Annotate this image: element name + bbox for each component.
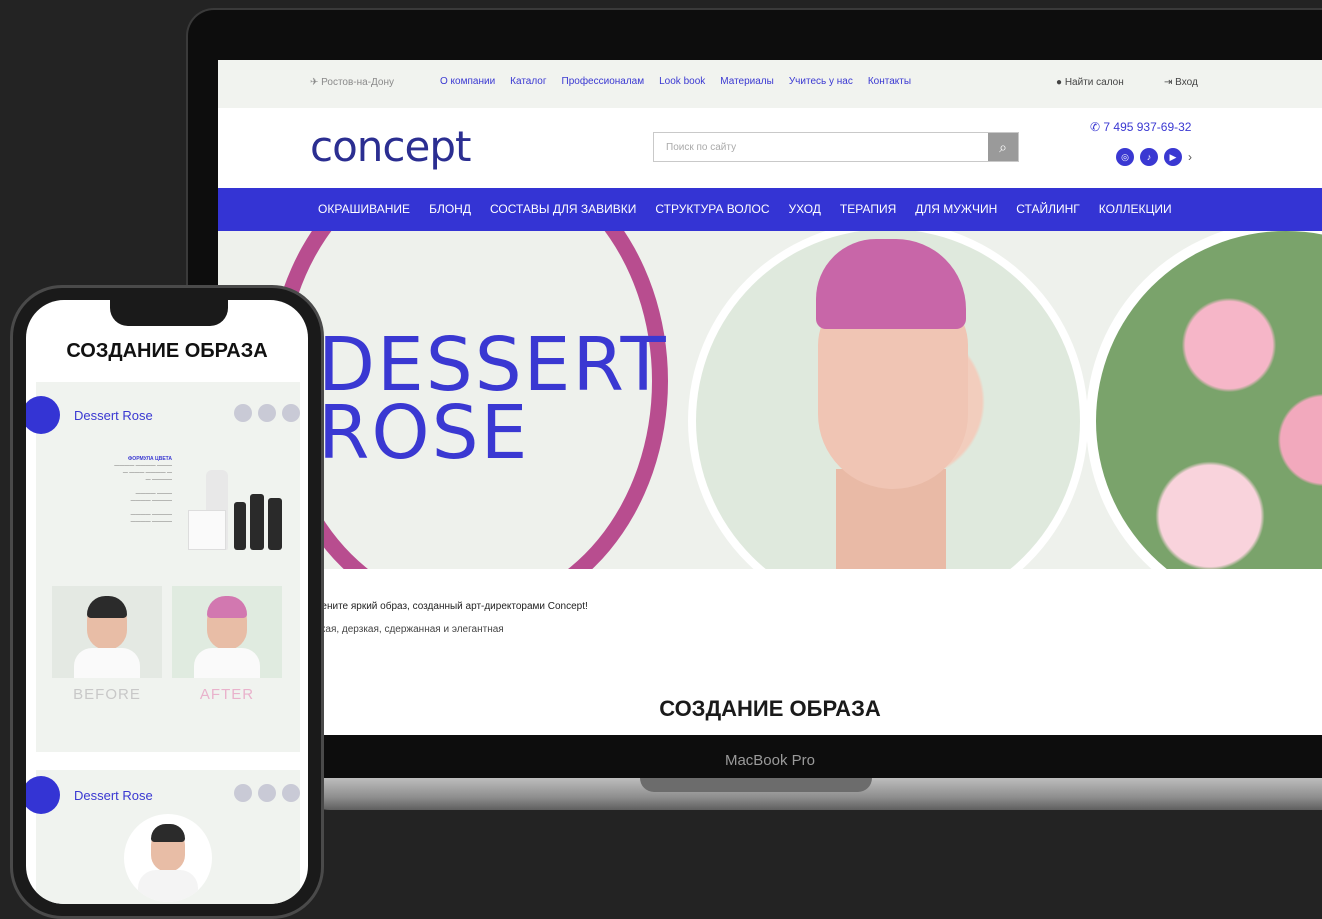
category-perm[interactable]: СОСТАВЫ ДЛЯ ЗАВИВКИ [490, 202, 636, 216]
laptop-notch [640, 778, 872, 792]
formula-heading: ФОРМУЛА ЦВЕТА [128, 456, 172, 462]
before-photo [52, 586, 162, 678]
phone-notch [110, 296, 228, 326]
card-title: Dessert Rose [74, 408, 153, 423]
phone-page-title: СОЗДАНИЕ ОБРАЗА [66, 340, 268, 362]
roses-photo [1096, 231, 1322, 569]
login-label: Вход [1175, 77, 1198, 88]
tiktok-icon[interactable]: ♪ [1140, 148, 1158, 166]
product-bottles [186, 462, 296, 562]
category-therapy[interactable]: ТЕРАПИЯ [840, 202, 896, 216]
card-title: Dessert Rose [74, 788, 153, 803]
login-icon: ⇥ [1164, 77, 1176, 88]
phone-screen: СОЗДАНИЕ ОБРАЗА Dessert Rose ФОРМУЛА ЦВЕ… [26, 300, 308, 904]
laptop-screen: ✈ Ростов-на-Дону О компании Каталог Проф… [218, 60, 1322, 735]
category-structure[interactable]: СТРУКТУРА ВОЛОС [655, 202, 769, 216]
after-label: AFTER [199, 686, 255, 703]
login-link[interactable]: ⇥ Вход [1164, 77, 1198, 88]
phone-label: 7 495 937-69-32 [1103, 120, 1192, 134]
before-label: BEFORE [73, 686, 141, 703]
nav-learn[interactable]: Учитесь у нас [789, 76, 853, 87]
pin-icon: ● [1056, 77, 1065, 88]
laptop-brand-label: MacBook Pro [724, 752, 816, 769]
search-input[interactable]: Поиск по сайту ⌕ [653, 132, 1019, 162]
top-nav: О компании Каталог Профессионалам Look b… [440, 76, 911, 87]
category-men[interactable]: ДЛЯ МУЖЧИН [915, 202, 997, 216]
category-coloring[interactable]: ОКРАШИВАНИЕ [318, 202, 410, 216]
hero-subdescription: Яркая, дерзкая, сдержанная и элегантная [308, 624, 504, 635]
find-salon-label: Найти салон [1064, 77, 1124, 88]
nav-lookbook[interactable]: Look book [659, 76, 705, 87]
category-care[interactable]: УХОД [788, 202, 820, 216]
category-blond[interactable]: БЛОНД [429, 202, 471, 216]
nav-about[interactable]: О компании [440, 76, 495, 87]
section-title: СОЗДАНИЕ ОБРАЗА [659, 696, 881, 721]
hero-title-line1: DESSERT [318, 322, 668, 408]
category-collections[interactable]: КОЛЛЕКЦИИ [1099, 202, 1172, 216]
after-photo [172, 586, 282, 678]
category-styling[interactable]: СТАЙЛИНГ [1016, 202, 1080, 216]
hero-title: DESSERT ROSE [318, 322, 668, 476]
search-icon[interactable]: ⌕ [988, 133, 1018, 161]
nav-materials[interactable]: Материалы [720, 76, 774, 87]
carousel-dots[interactable] [234, 784, 300, 802]
social-links: ◎ ♪ ▶ › [1116, 148, 1192, 166]
hero-description: Оцените яркий образ, созданный арт-дирек… [308, 601, 588, 612]
youtube-icon[interactable]: ▶ [1164, 148, 1182, 166]
top-bar: ✈ Ростов-на-Дону О компании Каталог Проф… [218, 60, 1322, 108]
find-salon-link[interactable]: ● Найти салон [1056, 77, 1124, 88]
card-marker-icon [26, 776, 60, 814]
hero-title-line2: ROSE [318, 390, 530, 476]
color-formula: ФОРМУЛА ЦВЕТА ———— ———— ——— — ——— ———— — —… [82, 456, 172, 526]
city-selector[interactable]: ✈ Ростов-на-Дону [310, 77, 394, 88]
hero-banner[interactable]: DESSERT ROSE [218, 231, 1322, 569]
search-placeholder: Поиск по сайту [666, 142, 737, 153]
model-avatar [124, 814, 212, 902]
site-logo[interactable]: concept [310, 122, 471, 171]
nav-contacts[interactable]: Контакты [868, 76, 911, 87]
phone-icon: ✆ [1090, 120, 1104, 134]
look-card[interactable]: Dessert Rose ФОРМУЛА ЦВЕТА ———— ———— ———… [26, 382, 300, 752]
nav-catalog[interactable]: Каталог [510, 76, 546, 87]
look-card[interactable]: Dessert Rose [26, 770, 300, 904]
phone-number[interactable]: ✆ 7 495 937-69-32 [1090, 120, 1191, 134]
nav-professionals[interactable]: Профессионалам [562, 76, 645, 87]
chevron-right-icon[interactable]: › [1188, 150, 1192, 164]
card-marker-icon [26, 396, 60, 434]
category-nav: ОКРАШИВАНИЕ БЛОНД СОСТАВЫ ДЛЯ ЗАВИВКИ СТ… [218, 188, 1322, 231]
instagram-icon[interactable]: ◎ [1116, 148, 1134, 166]
carousel-dots[interactable] [234, 404, 300, 422]
